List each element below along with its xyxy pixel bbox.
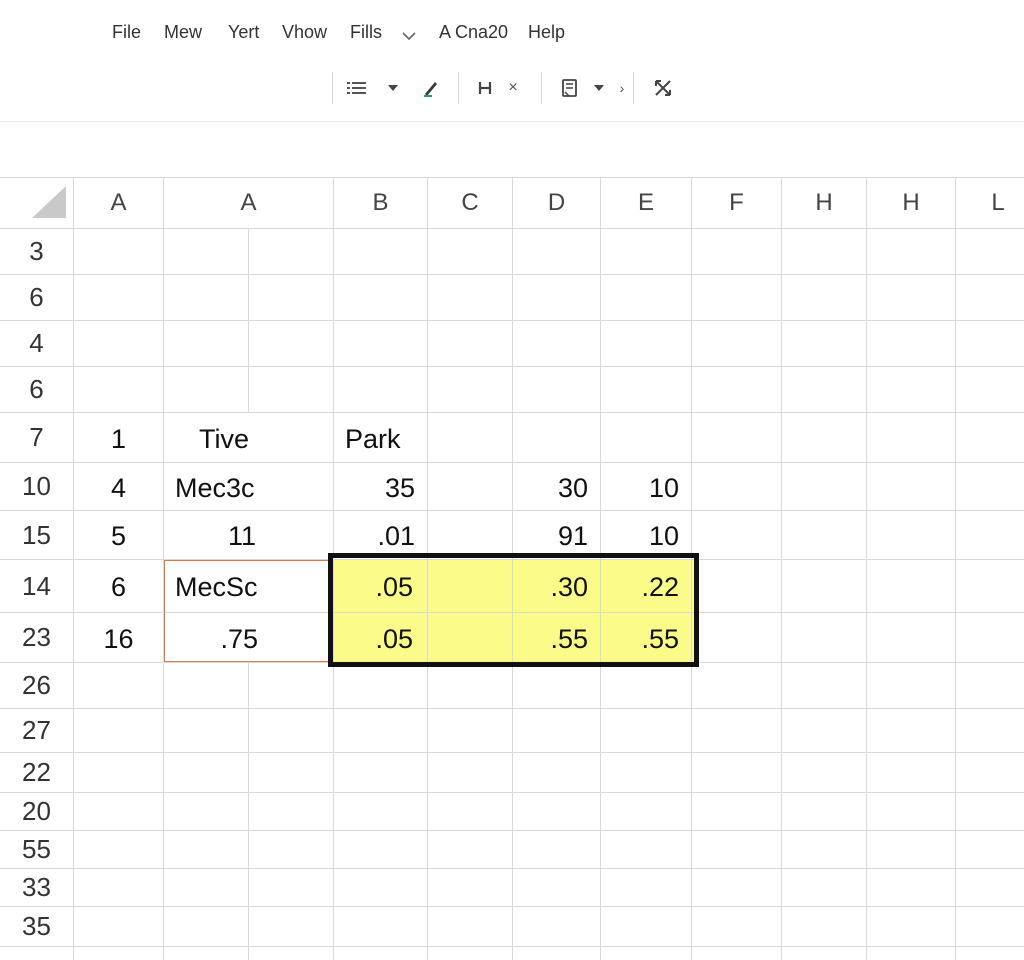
cell[interactable]: Mec3c	[164, 463, 333, 513]
gridline	[0, 868, 1024, 869]
column-header-e[interactable]: E	[601, 178, 691, 228]
row-header[interactable]: 27	[0, 709, 73, 752]
gridline	[0, 320, 1024, 321]
row-header[interactable]: 15	[0, 511, 73, 559]
row-header[interactable]: 3	[0, 229, 73, 274]
column-header-a[interactable]: A	[164, 178, 333, 228]
row-header[interactable]: 4	[0, 321, 73, 366]
row-header[interactable]: 26	[0, 663, 73, 708]
cell[interactable]: 16	[74, 613, 163, 665]
column-header-d[interactable]: D	[513, 178, 600, 228]
gridline	[0, 946, 1024, 947]
cell[interactable]: Park	[334, 413, 427, 465]
gridline	[0, 708, 1024, 709]
cell[interactable]: 35	[334, 463, 427, 513]
range-outline	[164, 560, 333, 662]
row-header[interactable]: 7	[0, 413, 73, 462]
row-header[interactable]: 6	[0, 367, 73, 412]
cell[interactable]: 11	[164, 511, 284, 561]
row-header[interactable]: 35	[0, 907, 73, 946]
gridline	[866, 178, 867, 960]
cell[interactable]: 4	[74, 463, 163, 513]
selected-range-border[interactable]	[328, 553, 699, 667]
column-header-h[interactable]: H	[782, 178, 866, 228]
gridline	[0, 906, 1024, 907]
spreadsheet-grid: A A B C D E F H H L 3 6 4 6 7 10 15 14 2…	[0, 0, 1024, 960]
cell[interactable]: 30	[513, 463, 600, 513]
row-header[interactable]: 20	[0, 793, 73, 830]
row-header[interactable]: 14	[0, 560, 73, 612]
cell[interactable]: 10	[601, 463, 691, 513]
row-header[interactable]: 55	[0, 831, 73, 868]
gridline	[0, 792, 1024, 793]
column-header-b[interactable]: B	[334, 178, 427, 228]
gridline	[0, 228, 1024, 229]
gridline	[0, 752, 1024, 753]
gridline	[781, 178, 782, 960]
row-header[interactable]: 22	[0, 753, 73, 792]
column-header-l[interactable]: L	[956, 178, 1024, 228]
gridline	[0, 366, 1024, 367]
row-header[interactable]: 23	[0, 613, 73, 662]
gridline	[248, 662, 249, 960]
cell[interactable]: 6	[74, 560, 163, 615]
row-header[interactable]: 6	[0, 275, 73, 320]
cell[interactable]: 1	[74, 413, 163, 465]
gridline	[0, 274, 1024, 275]
column-header-h[interactable]: H	[867, 178, 955, 228]
select-all-corner[interactable]	[0, 178, 73, 228]
column-header-c[interactable]: C	[428, 178, 512, 228]
column-header-f[interactable]: F	[692, 178, 781, 228]
gridline	[0, 830, 1024, 831]
column-header-a[interactable]: A	[74, 178, 163, 228]
cell[interactable]: Tive	[164, 413, 284, 465]
cell[interactable]: 5	[74, 511, 163, 561]
row-header[interactable]: 10	[0, 463, 73, 510]
row-header[interactable]: 33	[0, 869, 73, 906]
gridline	[955, 178, 956, 960]
